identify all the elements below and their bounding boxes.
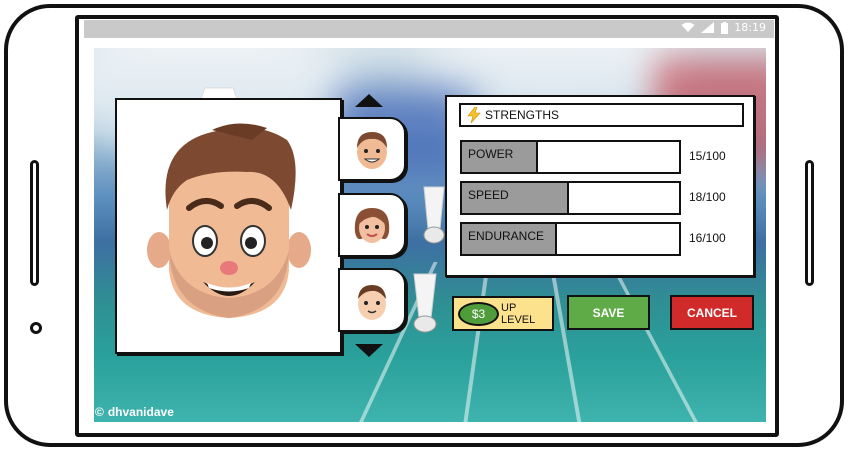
stat-value: 18/100 <box>689 190 726 204</box>
strengths-title: STRENGTHS <box>485 108 560 122</box>
copyright-notice: © dhvanidave <box>95 405 174 419</box>
stat-bar: ENDURANCE <box>460 222 681 256</box>
man-avatar-icon <box>357 132 387 169</box>
status-time: 18:19 <box>734 21 766 34</box>
level-up-label: UP LEVEL <box>501 301 536 326</box>
stat-bar: POWER <box>460 140 681 174</box>
stat-label: ENDURANCE <box>468 229 545 243</box>
boy-avatar-icon <box>358 285 386 320</box>
stat-label: SPEED <box>468 188 509 202</box>
stat-row-speed: SPEED 18/100 <box>460 181 745 217</box>
strengths-header: STRENGTHS <box>459 103 744 127</box>
side-button-left <box>30 160 39 286</box>
carousel-up-arrow[interactable] <box>355 94 383 107</box>
selected-avatar-portrait <box>115 98 342 354</box>
avatar-option-boy[interactable] <box>338 268 406 332</box>
avatar-option-woman[interactable] <box>338 193 406 257</box>
strengths-panel: STRENGTHS POWER 15/100 SPEED 18/100 ENDU… <box>445 95 755 277</box>
level-up-button[interactable]: $3 UP LEVEL <box>452 296 554 331</box>
signal-icon <box>701 22 715 33</box>
copyright-text: dhvanidave <box>107 405 174 419</box>
stat-label: POWER <box>468 147 514 161</box>
battery-icon <box>721 21 729 34</box>
cancel-button[interactable]: CANCEL <box>670 295 754 330</box>
status-bar: 18:19 <box>84 20 774 38</box>
stat-value: 16/100 <box>689 231 726 245</box>
woman-avatar-icon <box>354 208 390 243</box>
shuttlecock-icon <box>413 273 437 333</box>
stat-row-power: POWER 15/100 <box>460 140 745 176</box>
man-avatar-icon <box>147 123 311 318</box>
stat-row-endurance: ENDURANCE 16/100 <box>460 222 745 258</box>
copyright-icon: © <box>95 405 104 419</box>
save-button[interactable]: SAVE <box>567 295 650 330</box>
shuttlecock-icon <box>423 186 445 244</box>
avatar-option-man[interactable] <box>338 117 406 181</box>
home-dot[interactable] <box>30 322 42 334</box>
wifi-icon <box>681 22 695 32</box>
carousel-down-arrow[interactable] <box>355 344 383 357</box>
side-button-right <box>805 160 814 286</box>
stat-bar: SPEED <box>460 181 681 215</box>
lightning-icon <box>467 107 481 123</box>
stat-value: 15/100 <box>689 149 726 163</box>
price-badge: $3 <box>458 301 499 326</box>
